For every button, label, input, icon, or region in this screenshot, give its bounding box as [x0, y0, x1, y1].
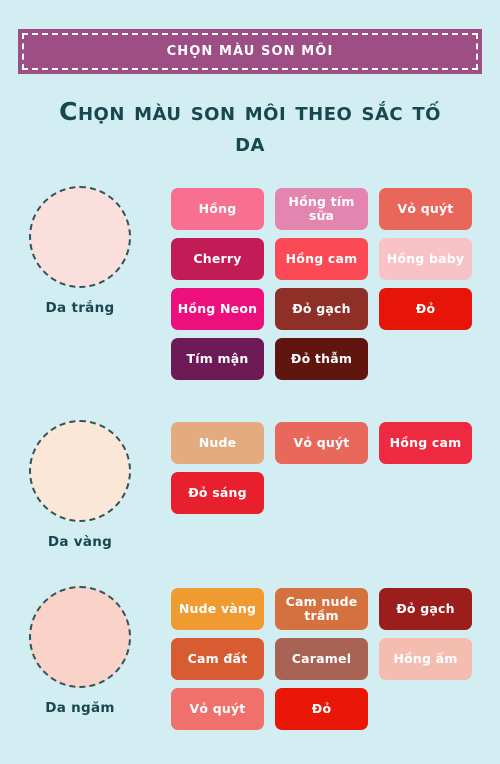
lipstick-shade-pill[interactable]: Đỏ sáng	[171, 472, 264, 514]
lipstick-shade-pill[interactable]: Vỏ quýt	[171, 688, 264, 730]
lipstick-shade-pill[interactable]: Hồng cam	[275, 238, 368, 280]
skin-swatch-circle-2	[29, 586, 131, 688]
lipstick-shade-pill[interactable]: Đỏ	[275, 688, 368, 730]
header-banner: CHỌN MÀU SON MÔI	[18, 29, 482, 74]
page-title-line-1: Chọn màu son môi theo sắc	[59, 97, 404, 126]
lipstick-shade-pill[interactable]: Cherry	[171, 238, 264, 280]
skin-swatch-label-1: Da vàng	[47, 534, 113, 550]
skin-swatch-label-2: Da ngăm	[45, 700, 115, 716]
lipstick-shade-grid-1: Nude Vỏ quýt Hồng cam Đỏ sáng	[171, 422, 481, 514]
lipstick-shade-pill[interactable]: Đỏ gạch	[275, 288, 368, 330]
lipstick-shade-pill[interactable]: Đỏ thẫm	[275, 338, 368, 380]
lipstick-shade-pill[interactable]: Nude	[171, 422, 264, 464]
skin-swatch-group-2: Da ngăm	[18, 586, 142, 716]
lipstick-shade-grid-0: Hồng Hồng tím sữa Vỏ quýt Cherry Hồng cam Hồn…	[171, 188, 481, 380]
lipstick-shade-pill[interactable]: Caramel	[275, 638, 368, 680]
lipstick-shade-pill[interactable]: Nude vàng	[171, 588, 264, 630]
lipstick-shade-grid-2: Nude vàng Cam nude trầm Đỏ gạch Cam đất Cara…	[171, 588, 481, 730]
lipstick-shade-pill[interactable]: Hồng Neon	[171, 288, 264, 330]
skin-swatch-circle-1	[29, 420, 131, 522]
banner-title: CHỌN MÀU SON MÔI	[166, 44, 334, 59]
lipstick-shade-pill[interactable]: Vỏ quýt	[275, 422, 368, 464]
lipstick-shade-pill[interactable]: Đỏ gạch	[379, 588, 472, 630]
lipstick-shade-pill[interactable]: Hồng baby	[379, 238, 472, 280]
lipstick-shade-pill[interactable]: Hồng ấm	[379, 638, 472, 680]
lipstick-shade-pill[interactable]: Hồng	[171, 188, 264, 230]
page-title: Chọn màu son môi theo sắc tố da	[40, 96, 460, 159]
lipstick-shade-pill[interactable]: Tím mận	[171, 338, 264, 380]
skin-swatch-group-1: Da vàng	[18, 420, 142, 550]
skin-swatch-label-0: Da trắng	[45, 300, 115, 316]
lipstick-shade-pill[interactable]: Cam nude trầm	[275, 588, 368, 630]
lipstick-shade-pill[interactable]: Hồng cam	[379, 422, 472, 464]
skin-swatch-group-0: Da trắng	[18, 186, 142, 316]
skin-swatch-circle-0	[29, 186, 131, 288]
lipstick-shade-pill[interactable]: Cam đất	[171, 638, 264, 680]
lipstick-shade-pill[interactable]: Vỏ quýt	[379, 188, 472, 230]
lipstick-shade-pill[interactable]: Đỏ	[379, 288, 472, 330]
lipstick-shade-pill[interactable]: Hồng tím sữa	[275, 188, 368, 230]
